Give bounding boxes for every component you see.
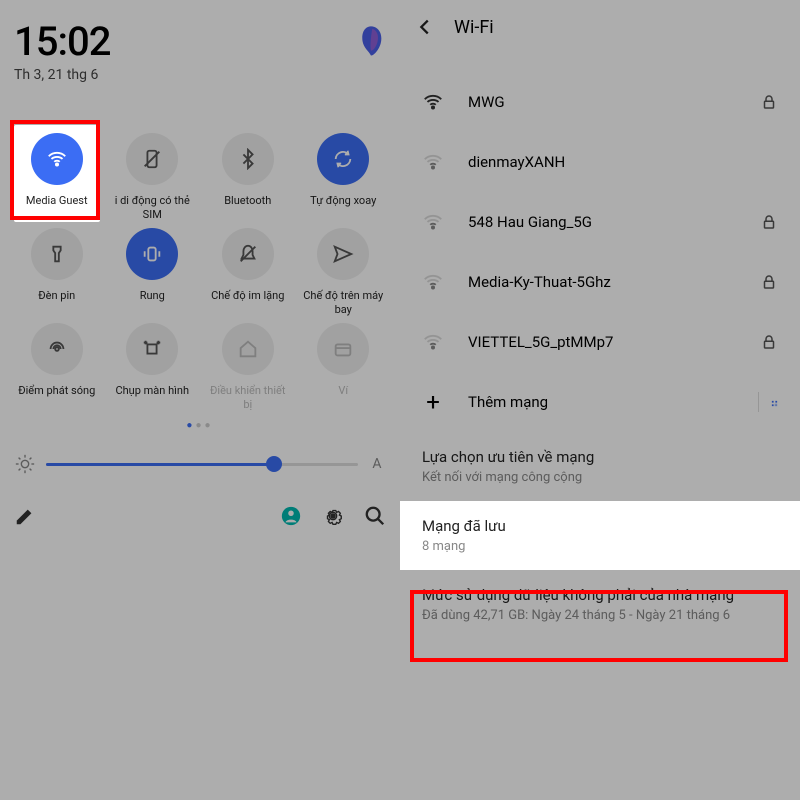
setting-title: Mức sử dụng dữ liệu không phải của nhà m…	[422, 586, 778, 604]
wifi-signal-icon	[422, 271, 444, 293]
setting-title: Lựa chọn ưu tiên về mạng	[422, 448, 778, 466]
setting-subtitle: 8 mạng	[422, 539, 778, 554]
tile-device-control[interactable]: Điều khiển thiết bị	[205, 323, 291, 412]
network-name: MWG	[468, 93, 736, 111]
tile-flashlight[interactable]: Đèn pin	[14, 228, 100, 317]
wifi-signal-icon	[422, 211, 444, 233]
network-row[interactable]: MWG	[400, 72, 800, 132]
home-icon	[222, 323, 274, 375]
setting-title: Mạng đã lưu	[422, 517, 778, 535]
tile-label: Media Guest	[26, 194, 88, 222]
saved-networks-row[interactable]: Mạng đã lưu 8 mạng	[400, 501, 800, 570]
tile-label: Bluetooth	[224, 194, 271, 222]
network-name: dienmayXANH	[468, 153, 778, 171]
network-preference-row[interactable]: Lựa chọn ưu tiên về mạng Kết nối với mạn…	[400, 432, 800, 501]
brightness-icon	[14, 453, 36, 475]
edit-icon[interactable]	[14, 505, 36, 527]
qr-scan-icon[interactable]	[758, 392, 778, 412]
mute-icon	[222, 228, 274, 280]
wifi-signal-icon	[422, 151, 444, 173]
tile-mobile-data[interactable]: i di động có thẻ SIM	[110, 133, 196, 222]
tile-auto-rotate[interactable]: Tự động xoay	[301, 133, 387, 222]
tile-hotspot[interactable]: Điểm phát sóng	[14, 323, 100, 412]
network-row[interactable]: 548 Hau Giang_5G	[400, 192, 800, 252]
page-title: Wi-Fi	[454, 17, 494, 38]
wallet-icon	[317, 323, 369, 375]
tile-label: Chế độ im lặng	[211, 289, 284, 317]
tile-screenshot[interactable]: Chụp màn hình	[110, 323, 196, 412]
airplane-icon	[317, 228, 369, 280]
quick-settings-panel: 15:02 Th 3, 21 thg 6 Media Guest i di độ…	[0, 0, 400, 800]
tile-label: Chụp màn hình	[115, 384, 189, 412]
tile-silent[interactable]: Chế độ im lặng	[205, 228, 291, 317]
network-name: Media-Ky-Thuat-5Ghz	[468, 273, 736, 291]
wifi-settings-panel: Wi-Fi MWG dienmayXANH 548 Hau Giang_5G M…	[400, 0, 800, 800]
sim-icon	[126, 133, 178, 185]
tile-label: Chế độ trên máy bay	[301, 289, 387, 317]
tile-label: Ví	[338, 384, 348, 412]
wifi-signal-icon	[422, 331, 444, 353]
tile-bluetooth[interactable]: Bluetooth	[205, 133, 291, 222]
tile-vibrate[interactable]: Rung	[110, 228, 196, 317]
plus-icon: +	[422, 391, 444, 413]
user-icon[interactable]	[280, 505, 302, 527]
network-list: MWG dienmayXANH 548 Hau Giang_5G Media-K…	[400, 72, 800, 432]
back-icon[interactable]	[414, 16, 436, 38]
network-row[interactable]: dienmayXANH	[400, 132, 800, 192]
clock: 15:02	[14, 18, 110, 65]
lock-icon	[760, 333, 778, 351]
wifi-icon	[31, 133, 83, 185]
hotspot-icon	[31, 323, 83, 375]
lock-icon	[760, 213, 778, 231]
tile-label: Đèn pin	[38, 289, 75, 317]
setting-subtitle: Kết nối với mạng công cộng	[422, 470, 778, 485]
auto-brightness-toggle[interactable]: A	[368, 456, 386, 472]
tile-wallet[interactable]: Ví	[301, 323, 387, 412]
network-name: VIETTEL_5G_ptMMp7	[468, 333, 736, 351]
lock-icon	[760, 93, 778, 111]
bluetooth-icon	[222, 133, 274, 185]
tile-label: Điểm phát sóng	[18, 384, 95, 412]
rotate-icon	[317, 133, 369, 185]
page-dots: ●●●	[14, 420, 386, 431]
vibrate-icon	[126, 228, 178, 280]
network-name: 548 Hau Giang_5G	[468, 213, 736, 231]
quick-tiles-grid: Media Guest i di động có thẻ SIM Bluetoo…	[14, 133, 386, 412]
add-network-row[interactable]: + Thêm mạng	[400, 372, 800, 432]
tile-label: Điều khiển thiết bị	[205, 384, 291, 412]
assistant-logo-icon[interactable]	[356, 24, 386, 58]
torch-icon	[31, 228, 83, 280]
tile-label: Rung	[140, 289, 165, 317]
tile-airplane[interactable]: Chế độ trên máy bay	[301, 228, 387, 317]
network-row[interactable]: VIETTEL_5G_ptMMp7	[400, 312, 800, 372]
date: Th 3, 21 thg 6	[14, 67, 110, 83]
screenshot-icon	[126, 323, 178, 375]
lock-icon	[760, 273, 778, 291]
settings-icon[interactable]	[322, 505, 344, 527]
data-usage-row[interactable]: Mức sử dụng dữ liệu không phải của nhà m…	[400, 570, 800, 639]
setting-subtitle: Đã dùng 42,71 GB: Ngày 24 tháng 5 - Ngày…	[422, 608, 778, 623]
tile-label: i di động có thẻ SIM	[110, 194, 196, 222]
add-network-label: Thêm mạng	[468, 393, 722, 411]
network-row[interactable]: Media-Ky-Thuat-5Ghz	[400, 252, 800, 312]
tile-label: Tự động xoay	[310, 194, 376, 222]
wifi-signal-icon	[422, 91, 444, 113]
tile-wifi[interactable]: Media Guest	[14, 125, 100, 222]
brightness-slider[interactable]: A	[14, 453, 386, 475]
search-icon[interactable]	[364, 505, 386, 527]
